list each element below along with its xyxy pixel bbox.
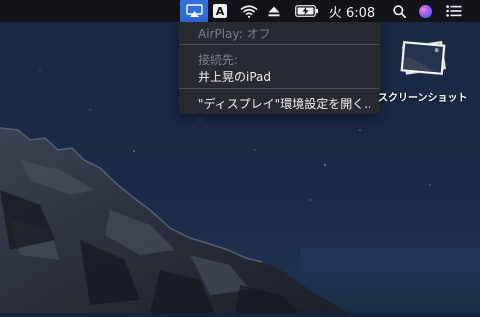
menubar-clock[interactable]: 火 6:08 <box>329 0 375 22</box>
menu-bar: A 火 6:08 <box>0 0 480 22</box>
wifi-menu[interactable] <box>238 0 260 22</box>
input-source-label: A <box>213 4 227 18</box>
connect-to-header: 接続先: <box>198 53 239 67</box>
airplay-icon <box>185 4 203 17</box>
siri-menu[interactable] <box>417 0 433 22</box>
wifi-icon <box>240 4 258 18</box>
image-file-icon <box>400 40 447 76</box>
open-display-preferences[interactable]: "ディスプレイ"環境設定を開く... <box>198 95 370 112</box>
notification-center-icon <box>446 5 462 17</box>
screenshot-file-label[interactable]: スクリーンショット <box>378 89 478 104</box>
airplay-status: AirPlay: オフ <box>198 27 271 41</box>
airplay-device-ipad[interactable]: 井上晃のiPad <box>198 68 370 85</box>
spotlight-menu[interactable] <box>390 0 408 22</box>
input-source-menu[interactable]: A <box>211 0 229 22</box>
airplay-menu-extra[interactable] <box>180 0 208 22</box>
siri-icon <box>418 4 432 18</box>
menu-separator <box>179 88 380 89</box>
spotlight-search-icon <box>392 4 406 18</box>
battery-charging-icon <box>295 5 318 17</box>
airplay-dropdown-menu: AirPlay: オフ 接続先: 井上晃のiPad "ディスプレイ"環境設定を開… <box>179 22 380 114</box>
screenshot-file-icon[interactable] <box>396 38 450 78</box>
eject-icon <box>268 6 280 16</box>
battery-menu[interactable] <box>294 0 320 22</box>
eject-menu[interactable] <box>265 0 283 22</box>
menu-separator <box>179 44 380 45</box>
notification-center-menu[interactable] <box>444 0 464 22</box>
